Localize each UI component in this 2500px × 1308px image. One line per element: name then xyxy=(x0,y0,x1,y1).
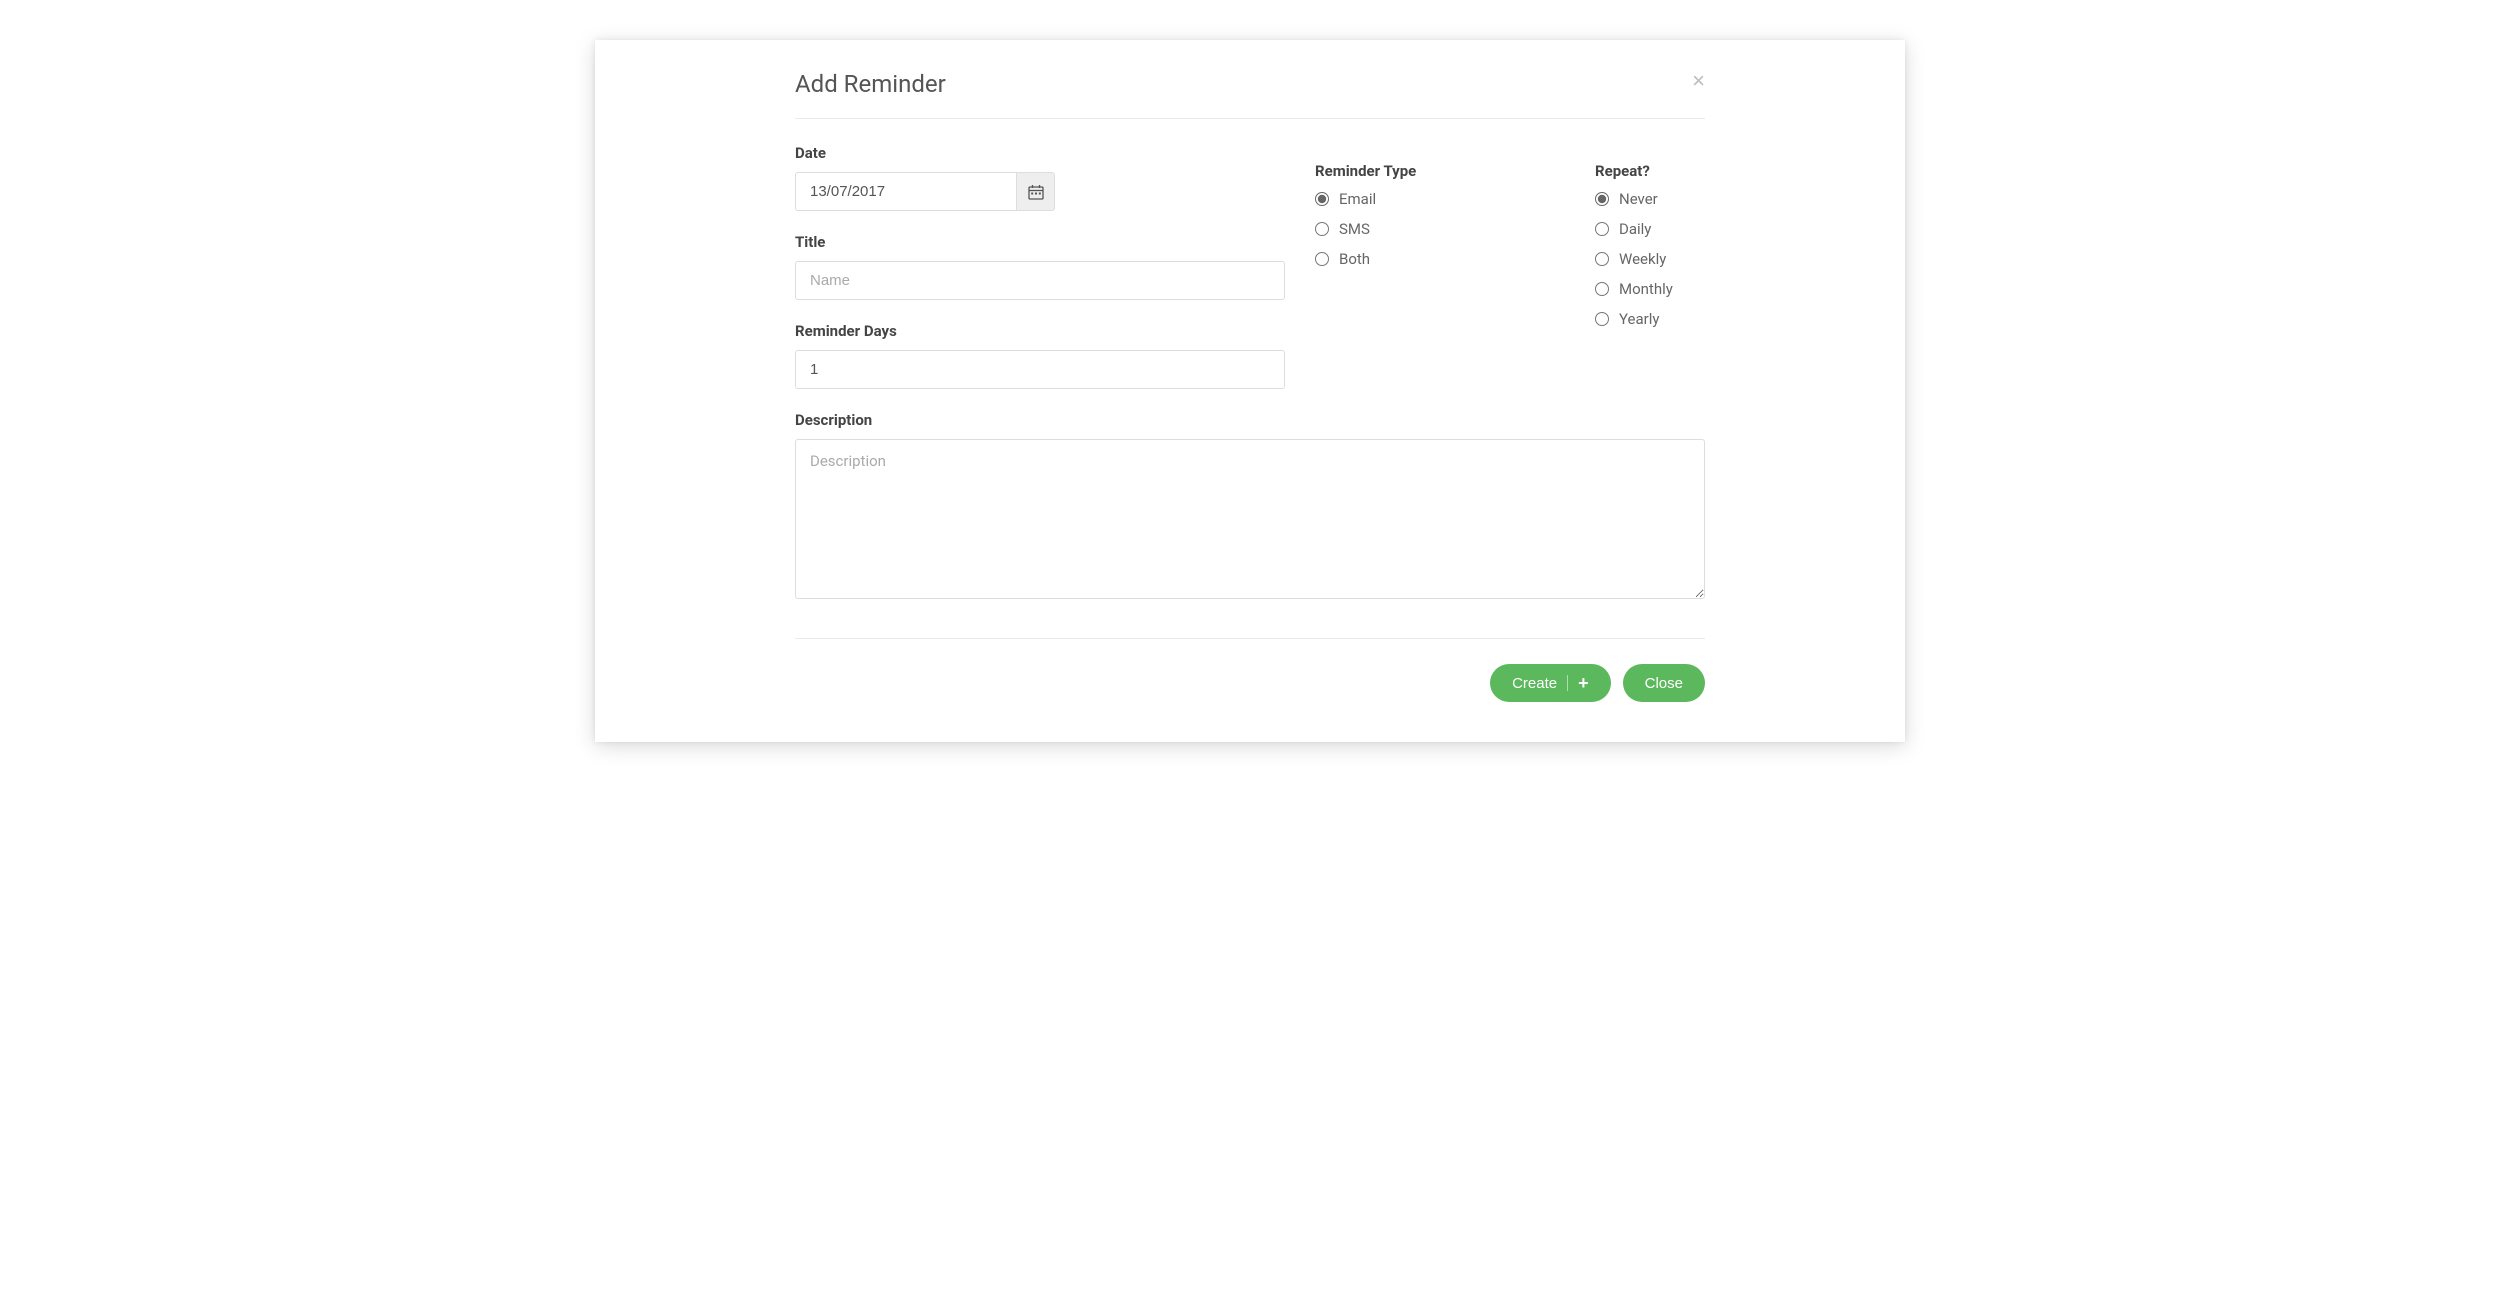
plus-icon: + xyxy=(1578,674,1589,692)
date-input-group xyxy=(795,172,1055,211)
repeat-monthly[interactable]: Monthly xyxy=(1595,280,1705,298)
radio-label: Never xyxy=(1619,190,1658,208)
repeat-never[interactable]: Never xyxy=(1595,190,1705,208)
repeat-label: Repeat? xyxy=(1595,162,1705,180)
repeat-daily[interactable]: Daily xyxy=(1595,220,1705,238)
reminder-type-label: Reminder Type xyxy=(1315,162,1565,180)
calendar-picker-button[interactable] xyxy=(1016,172,1055,211)
radio-label: Email xyxy=(1339,190,1376,208)
create-button[interactable]: Create + xyxy=(1490,664,1611,702)
radio-label: Weekly xyxy=(1619,250,1666,268)
repeat-weekly[interactable]: Weekly xyxy=(1595,250,1705,268)
radio-label: Yearly xyxy=(1619,310,1659,328)
reminder-type-group: Email SMS Both xyxy=(1315,190,1565,268)
add-reminder-modal: Add Reminder × Date xyxy=(595,40,1905,742)
reminder-days-label: Reminder Days xyxy=(795,322,1285,340)
calendar-icon xyxy=(1028,184,1044,200)
date-input[interactable] xyxy=(795,172,1016,211)
close-button-label: Close xyxy=(1645,675,1683,692)
radio-label: SMS xyxy=(1339,220,1370,238)
reminder-type-sms[interactable]: SMS xyxy=(1315,220,1565,238)
create-button-label: Create xyxy=(1512,675,1557,692)
reminder-type-sms-radio[interactable] xyxy=(1315,222,1329,236)
repeat-yearly-radio[interactable] xyxy=(1595,312,1609,326)
title-label: Title xyxy=(795,233,1285,251)
modal-title: Add Reminder xyxy=(795,70,946,98)
repeat-never-radio[interactable] xyxy=(1595,192,1609,206)
reminder-days-input[interactable] xyxy=(795,350,1285,389)
modal-header: Add Reminder × xyxy=(795,70,1705,119)
reminder-type-both-radio[interactable] xyxy=(1315,252,1329,266)
radio-label: Both xyxy=(1339,250,1370,268)
date-label: Date xyxy=(795,144,1285,162)
close-button[interactable]: Close xyxy=(1623,664,1705,702)
description-label: Description xyxy=(795,411,1705,429)
repeat-daily-radio[interactable] xyxy=(1595,222,1609,236)
close-icon[interactable]: × xyxy=(1692,70,1705,92)
repeat-weekly-radio[interactable] xyxy=(1595,252,1609,266)
button-divider xyxy=(1567,675,1568,691)
reminder-type-email-radio[interactable] xyxy=(1315,192,1329,206)
repeat-yearly[interactable]: Yearly xyxy=(1595,310,1705,328)
title-input[interactable] xyxy=(795,261,1285,300)
description-textarea[interactable] xyxy=(795,439,1705,599)
repeat-monthly-radio[interactable] xyxy=(1595,282,1609,296)
repeat-group: Never Daily Weekly Monthly xyxy=(1595,190,1705,328)
radio-label: Daily xyxy=(1619,220,1651,238)
reminder-type-email[interactable]: Email xyxy=(1315,190,1565,208)
modal-footer: Create + Close xyxy=(795,638,1705,702)
radio-label: Monthly xyxy=(1619,280,1673,298)
reminder-type-both[interactable]: Both xyxy=(1315,250,1565,268)
